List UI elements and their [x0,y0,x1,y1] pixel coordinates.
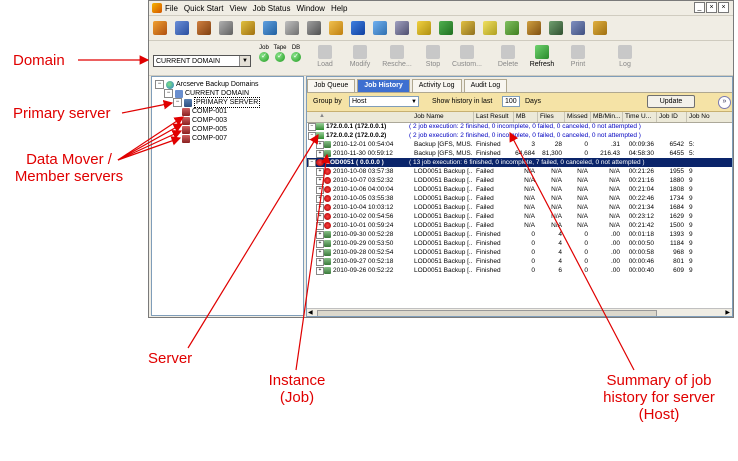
arrow-instance [295,153,331,371]
arrow-member-1 [117,116,185,161]
annotation-arrows [78,55,635,371]
arrow-primary-server [121,99,174,114]
arrow-summary [509,131,635,371]
arrow-member-4 [117,136,182,161]
arrow-member-2 [117,123,184,161]
arrow-member-3 [117,130,183,161]
arrow-server [187,133,319,349]
